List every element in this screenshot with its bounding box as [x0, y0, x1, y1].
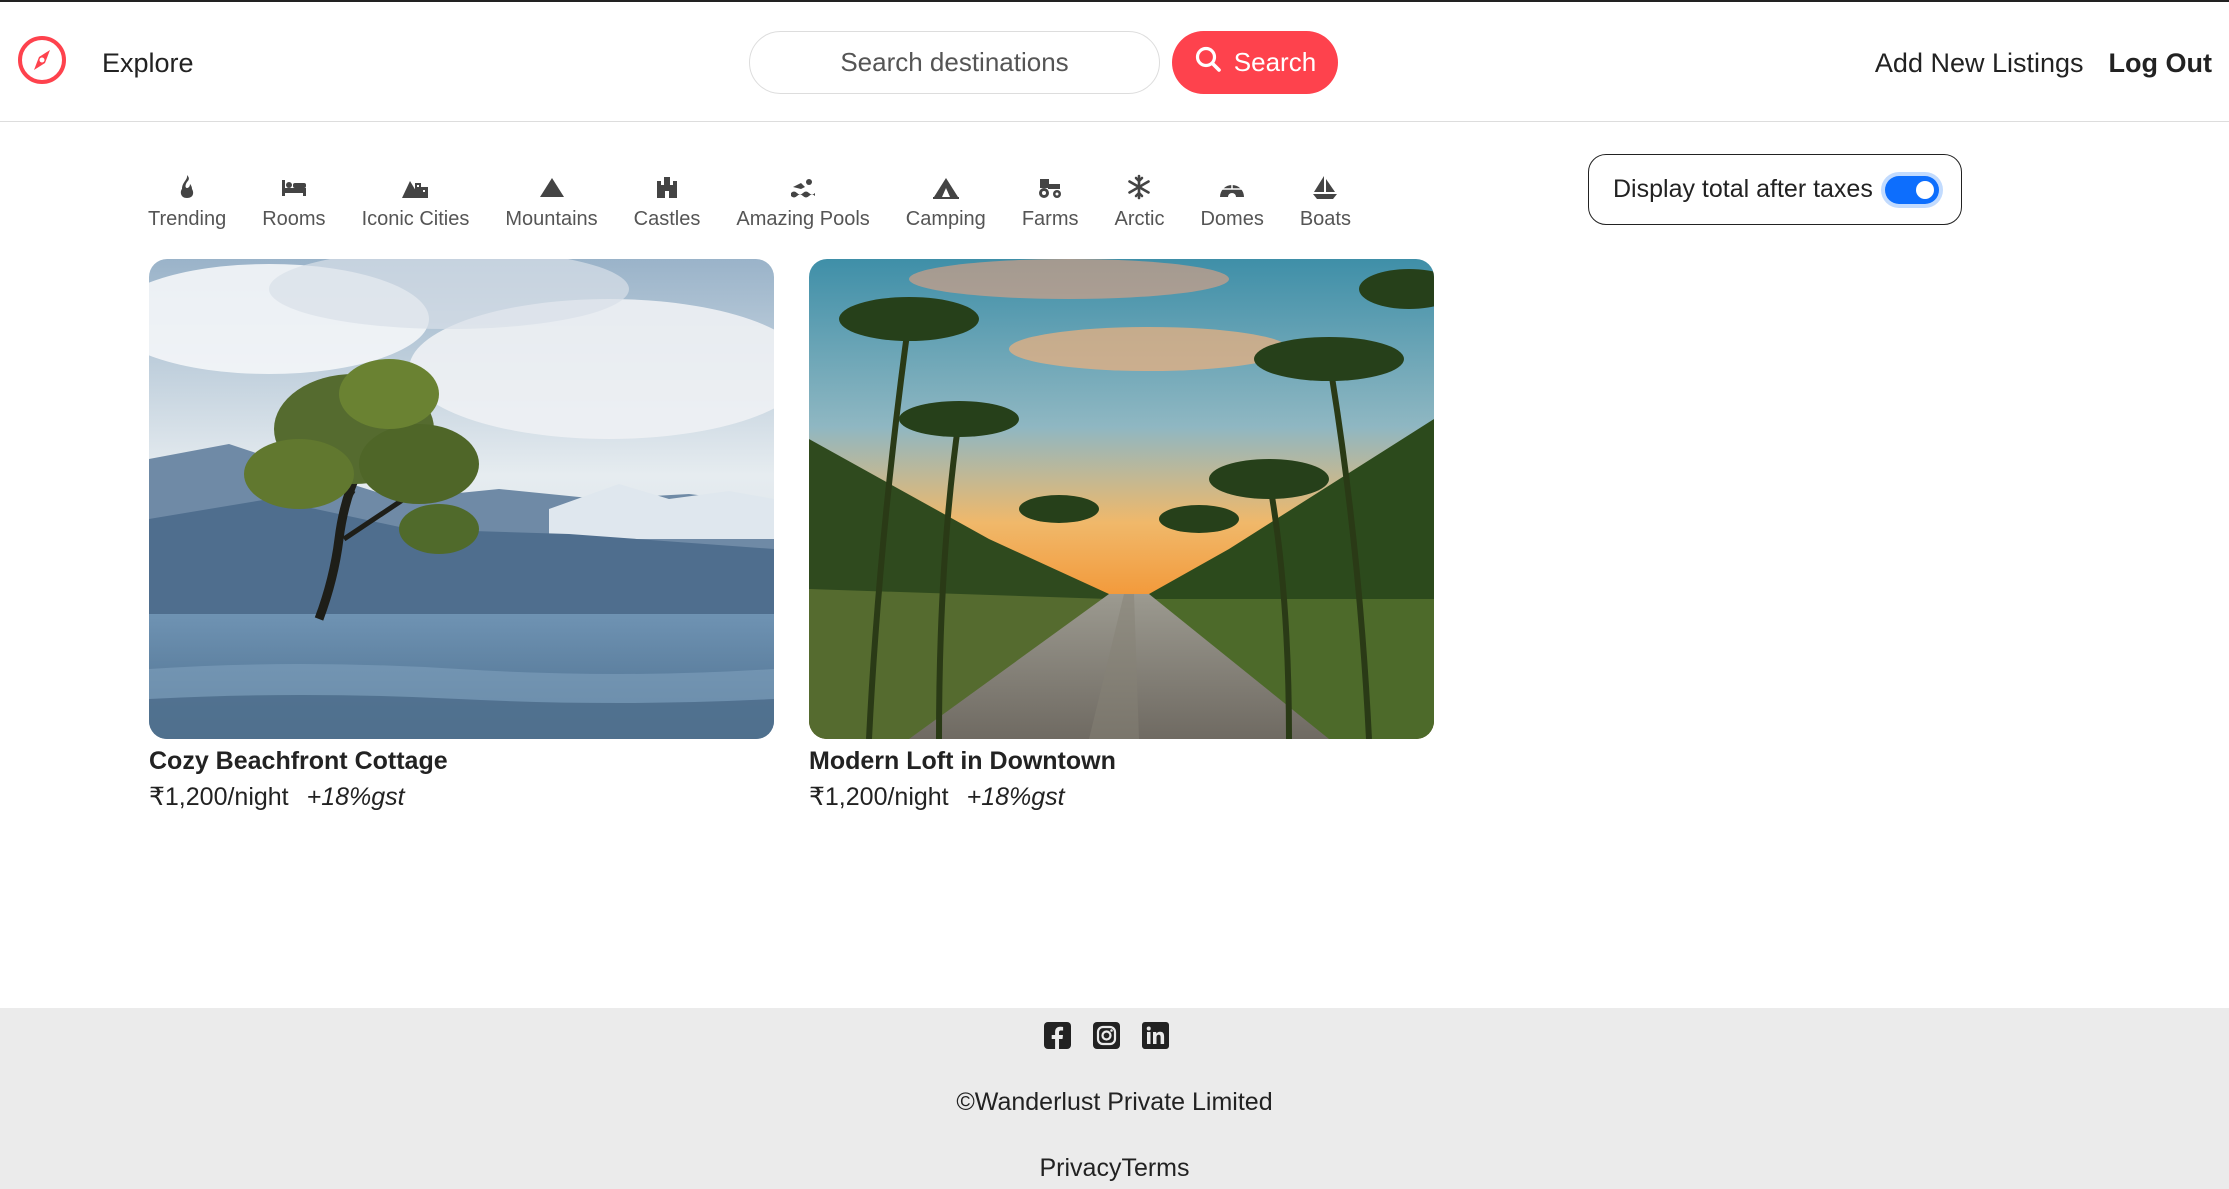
listing-price-row: ₹1,200/night +18%gst [149, 782, 774, 812]
filter-mountains[interactable]: Mountains [487, 170, 615, 231]
filter-label: Iconic Cities [361, 208, 470, 230]
filter-label: Trending [148, 208, 227, 230]
copyright-text: ©Wanderlust Private Limited [956, 1088, 1273, 1116]
filter-label: Farms [1021, 208, 1079, 230]
listing-title: Cozy Beachfront Cottage [149, 747, 448, 775]
listing-price: ₹1,200/night [809, 783, 949, 811]
listing-card[interactable]: Modern Loft in Downtown ₹1,200/night +18%… [809, 259, 1434, 812]
campground-icon [932, 170, 960, 204]
castle-icon [653, 170, 681, 204]
privacy-link[interactable]: Privacy [1039, 1154, 1121, 1182]
logout-link[interactable]: Log Out [2109, 48, 2212, 79]
filter-rooms[interactable]: Rooms [244, 170, 343, 231]
listing-price-row: ₹1,200/night +18%gst [809, 782, 1434, 812]
mountain-icon [538, 170, 566, 204]
filter-iconic-cities[interactable]: Iconic Cities [344, 170, 488, 231]
filter-camping[interactable]: Camping [888, 170, 1004, 231]
explore-link[interactable]: Explore [102, 48, 194, 79]
instagram-icon[interactable] [1093, 1022, 1120, 1049]
filter-amazing-pools[interactable]: Amazing Pools [718, 170, 887, 231]
tractor-icon [1036, 170, 1064, 204]
filter-boats[interactable]: Boats [1282, 170, 1369, 231]
search-icon [1194, 45, 1222, 80]
filter-label: Camping [905, 208, 986, 230]
category-filters: Trending Rooms Iconic Cities Mountains C… [130, 170, 1369, 231]
policy-links: PrivacyTerms [0, 1154, 2229, 1183]
facebook-icon[interactable] [1044, 1022, 1071, 1049]
filter-label: Boats [1299, 208, 1351, 230]
listing-price: ₹1,200/night [149, 783, 289, 811]
filter-arctic[interactable]: Arctic [1096, 170, 1182, 231]
social-links [1044, 1022, 1169, 1049]
palm-road-sunset-photo[interactable] [809, 259, 1434, 739]
tree-in-lake-photo[interactable] [149, 259, 774, 739]
filter-trending[interactable]: Trending [130, 170, 244, 231]
terms-link[interactable]: Terms [1121, 1154, 1189, 1182]
search-input[interactable] [749, 31, 1160, 94]
compass-icon[interactable] [16, 34, 68, 86]
filter-domes[interactable]: Domes [1182, 170, 1281, 231]
filter-label: Mountains [505, 208, 598, 230]
igloo-icon [1218, 170, 1246, 204]
listing-gst: +18%gst [966, 783, 1065, 811]
filter-label: Arctic [1114, 208, 1165, 230]
navbar: Explore Search Add New Listings Log Out [0, 2, 2229, 122]
add-new-listing-link[interactable]: Add New Listings [1875, 48, 2084, 79]
tax-toggle-box: Display total after taxes [1588, 154, 1962, 225]
sailboat-icon [1311, 170, 1339, 204]
search-button[interactable]: Search [1172, 31, 1338, 94]
listings-grid: Cozy Beachfront Cottage ₹1,200/night +18%… [149, 259, 1434, 812]
tax-toggle-label: Display total after taxes [1613, 175, 1873, 203]
person-swimming-icon [789, 170, 817, 204]
tax-toggle-switch[interactable] [1884, 175, 1939, 204]
bed-icon [280, 170, 308, 204]
filter-label: Castles [633, 208, 701, 230]
filter-label: Rooms [262, 208, 326, 230]
fire-icon [173, 170, 201, 204]
snowflake-icon [1125, 170, 1153, 204]
listing-gst: +18%gst [306, 783, 405, 811]
nav-right: Add New Listings Log Out [1875, 48, 2212, 79]
filter-farms[interactable]: Farms [1004, 170, 1097, 231]
listing-card[interactable]: Cozy Beachfront Cottage ₹1,200/night +18%… [149, 259, 774, 812]
footer: ©Wanderlust Private Limited PrivacyTerms [0, 1008, 2229, 1189]
filter-label: Amazing Pools [736, 208, 870, 230]
filter-label: Domes [1200, 208, 1264, 230]
filter-castles[interactable]: Castles [616, 170, 719, 231]
search-button-label: Search [1233, 47, 1317, 77]
linkedin-icon[interactable] [1142, 1022, 1169, 1049]
mountain-city-icon [401, 170, 429, 204]
listing-title: Modern Loft in Downtown [809, 747, 1116, 775]
